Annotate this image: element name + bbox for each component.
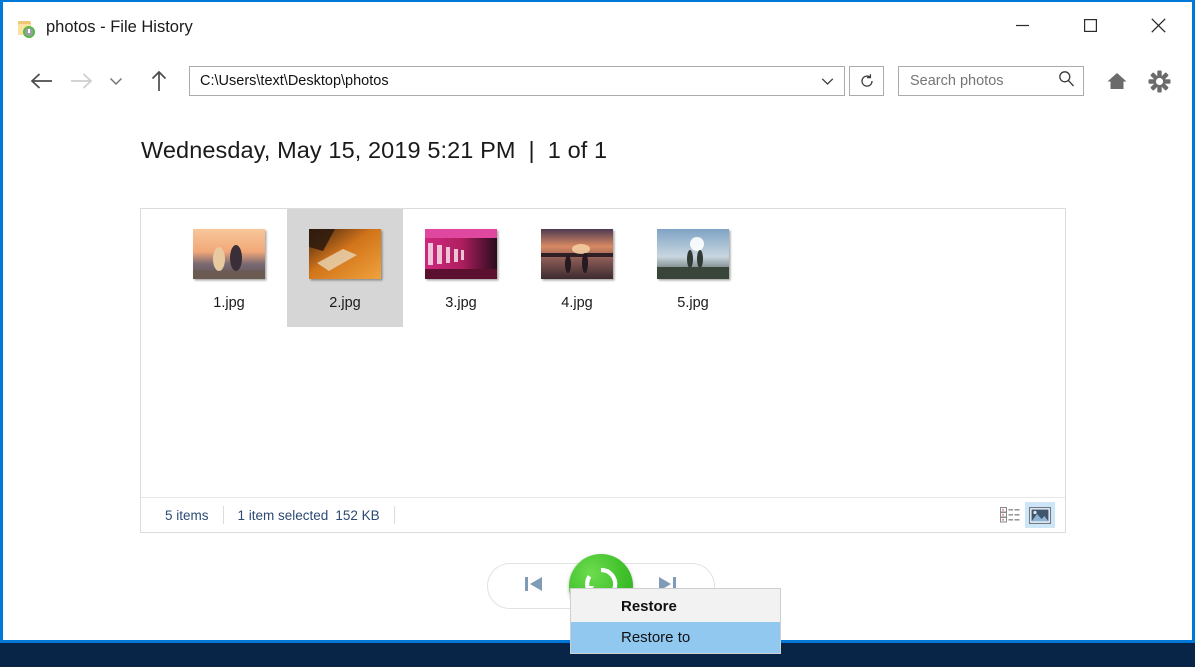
version-position-label: 1 of 1: [547, 137, 608, 163]
minimize-button[interactable]: [988, 2, 1056, 49]
file-item-2[interactable]: 2.jpg: [287, 209, 403, 327]
cliff-people-photo: [657, 229, 729, 279]
previous-version-button[interactable]: [486, 563, 581, 609]
up-arrow-icon[interactable]: [139, 61, 179, 101]
status-divider: [393, 506, 395, 524]
page-title: Wednesday, May 15, 2019 5:21 PM | 1 of 1: [3, 109, 1192, 164]
title-bar-left: photos - File History: [3, 18, 193, 38]
previous-version-icon: [523, 575, 545, 598]
version-date-label: Wednesday, May 15, 2019 5:21 PM: [141, 137, 516, 163]
context-menu: Restore Restore to: [570, 588, 781, 654]
search-input[interactable]: Search photos: [898, 66, 1084, 96]
selection-size-label: 152 KB: [335, 507, 380, 523]
address-value: C:\Users\text\Desktop\photos: [200, 73, 389, 89]
couple-sunset-photo: [193, 229, 265, 279]
title-bar: photos - File History: [3, 2, 1192, 53]
address-input[interactable]: C:\Users\text\Desktop\photos: [189, 66, 845, 96]
file-item-4[interactable]: 4.jpg: [519, 209, 635, 327]
gear-icon[interactable]: [1140, 61, 1178, 101]
menu-item-restore-to[interactable]: Restore to: [571, 622, 780, 653]
selection-label: 1 item selected: [237, 507, 329, 523]
file-name-label: 2.jpg: [329, 295, 361, 311]
status-bar: 5 items 1 item selected 152 KB: [141, 497, 1065, 532]
address-chevron-down-icon[interactable]: [816, 67, 838, 95]
details-view-icon[interactable]: [995, 502, 1025, 528]
file-history-window: photos - File History C:\Users\text\Desk…: [0, 0, 1195, 643]
status-divider: [222, 506, 224, 524]
window-title: photos - File History: [46, 18, 193, 36]
maximize-button[interactable]: [1056, 2, 1124, 49]
menu-item-label: Restore to: [621, 629, 691, 646]
file-item-3[interactable]: 3.jpg: [403, 209, 519, 327]
menu-item-label: Restore: [621, 598, 677, 615]
file-item-5[interactable]: 5.jpg: [635, 209, 751, 327]
forward-arrow-icon: [61, 61, 101, 101]
file-name-label: 4.jpg: [561, 295, 593, 311]
large-icons-view-icon[interactable]: [1025, 502, 1055, 528]
file-list-panel: 1.jpg 2.jpg 3.jpg 4.jpg 5.jpg 5 items 1 …: [140, 208, 1066, 533]
close-button[interactable]: [1124, 2, 1192, 49]
recent-locations-chevron-down-icon[interactable]: [101, 61, 131, 101]
navigation-bar: C:\Users\text\Desktop\photos Search phot…: [3, 53, 1192, 109]
file-name-label: 1.jpg: [213, 295, 245, 311]
file-item-1[interactable]: 1.jpg: [171, 209, 287, 327]
window-controls: [988, 2, 1192, 49]
heading-separator: |: [528, 137, 535, 163]
file-name-label: 5.jpg: [677, 295, 709, 311]
menu-item-restore[interactable]: Restore: [571, 591, 780, 622]
folder-history-icon: [16, 18, 36, 38]
city-dusk-photo: [541, 229, 613, 279]
back-arrow-icon[interactable]: [21, 61, 61, 101]
file-name-label: 3.jpg: [445, 295, 477, 311]
search-placeholder: Search photos: [910, 73, 1004, 89]
search-icon[interactable]: [1058, 70, 1075, 92]
address-bar[interactable]: C:\Users\text\Desktop\photos: [189, 66, 884, 96]
refresh-button[interactable]: [849, 66, 884, 96]
orange-bench-photo: [309, 229, 381, 279]
file-grid: 1.jpg 2.jpg 3.jpg 4.jpg 5.jpg: [141, 209, 1065, 497]
item-count-label: 5 items: [165, 507, 209, 523]
home-icon[interactable]: [1098, 61, 1136, 101]
pink-tunnel-photo: [425, 229, 497, 279]
